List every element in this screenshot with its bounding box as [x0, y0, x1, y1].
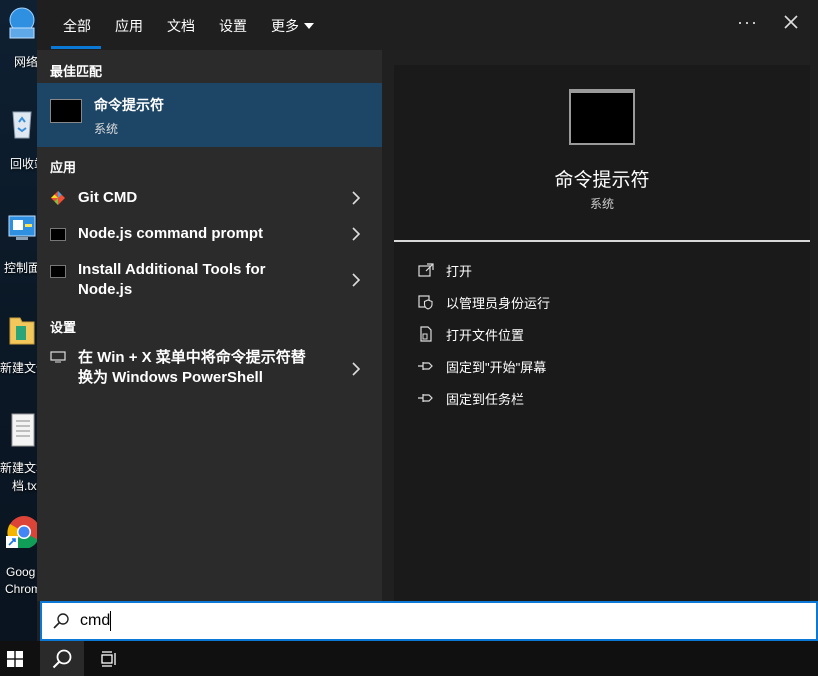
app-name: Git CMD — [78, 189, 138, 206]
chevron-right-icon[interactable] — [351, 191, 361, 205]
chrome-icon — [6, 516, 40, 548]
search-icon — [53, 613, 69, 629]
desktop-icon-chrome[interactable]: Goog Chrom — [0, 512, 40, 602]
list-item-nodejs-tools[interactable]: Install Additional Tools for Node.js — [37, 258, 382, 302]
desktop-icon-label: Goog — [6, 565, 36, 579]
tab-all[interactable]: 全部 — [63, 16, 91, 36]
git-icon — [51, 191, 65, 205]
pin-icon — [418, 394, 433, 402]
chevron-down-icon — [304, 23, 314, 29]
desktop-icon-recycle-bin[interactable]: 回收站 — [0, 104, 40, 174]
search-flyout: 全部 应用 文档 设置 更多 ··· 最佳匹配 命令提示符 系统 应用 Git … — [37, 0, 818, 641]
section-settings: 设置 — [50, 320, 77, 335]
search-icon — [52, 649, 72, 669]
monitor-icon — [50, 351, 66, 363]
action-open[interactable]: 打开 — [417, 260, 777, 280]
text-cursor — [110, 611, 111, 631]
app-name: Node.js command prompt — [78, 225, 264, 242]
action-pin-to-taskbar[interactable]: 固定到任务栏 — [417, 388, 777, 408]
desktop-icon-label: 控制面 — [4, 261, 40, 275]
detail-title: 命令提示符 — [554, 170, 650, 191]
section-apps: 应用 — [50, 160, 77, 175]
windows-start-icon[interactable] — [4, 651, 26, 667]
results-list: 最佳匹配 命令提示符 系统 应用 Git CMD Node.js command… — [37, 50, 382, 601]
command-prompt-icon — [50, 99, 82, 123]
more-options-button[interactable]: ··· — [737, 12, 758, 33]
action-pin-to-start[interactable]: 固定到"开始"屏幕 — [417, 356, 777, 376]
action-label: 打开文件位置 — [446, 328, 525, 343]
command-prompt-large-icon — [569, 89, 635, 145]
action-run-as-admin[interactable]: 以管理员身份运行 — [417, 292, 777, 312]
desktop-icon-label: 新建文件 — [0, 361, 40, 375]
best-match-item[interactable]: 命令提示符 系统 — [37, 83, 382, 147]
action-label: 以管理员身份运行 — [446, 296, 551, 311]
console-icon — [50, 265, 66, 278]
list-item-git-cmd[interactable]: Git CMD — [37, 184, 382, 212]
search-box[interactable]: cmd — [40, 601, 818, 641]
file-location-icon — [420, 326, 432, 342]
app-name-line2: Node.js — [78, 281, 133, 298]
tab-more-label: 更多 — [271, 18, 299, 34]
chevron-right-icon[interactable] — [351, 362, 361, 376]
action-label: 固定到"开始"屏幕 — [446, 360, 547, 375]
search-input[interactable]: cmd — [80, 612, 110, 630]
setting-name-line1: 在 Win + X 菜单中将命令提示符替 — [78, 349, 306, 366]
detail-divider — [394, 240, 810, 242]
desktop-icon-text-file[interactable]: 新建文本 档.txt — [0, 412, 40, 502]
filter-tab-bar: 全部 应用 文档 设置 更多 ··· — [37, 0, 818, 50]
pin-icon — [418, 362, 433, 370]
desktop-icon-label-line2: 档.txt — [12, 479, 40, 493]
taskbar — [0, 641, 818, 676]
list-item-nodejs-prompt[interactable]: Node.js command prompt — [37, 220, 382, 248]
network-icon — [9, 7, 35, 39]
desktop-icon-folder[interactable]: 新建文件 — [0, 312, 40, 382]
console-icon — [50, 228, 66, 241]
active-tab-indicator — [51, 46, 101, 49]
desktop-icon-control-panel[interactable]: 控制面 — [0, 210, 40, 280]
task-view-icon[interactable] — [100, 651, 120, 667]
detail-pane: 命令提示符 系统 打开 以管理员身份运行 打开文件位置 固定到"开始"屏幕 固定… — [394, 65, 810, 601]
recycle-bin-icon — [12, 111, 32, 139]
setting-name-line2: 换为 Windows PowerShell — [78, 369, 263, 386]
taskbar-search-button[interactable] — [40, 641, 84, 676]
chevron-right-icon[interactable] — [351, 273, 361, 287]
desktop: 网络 回收站 控制面 新建文件 新建文本 档.txt — [0, 0, 40, 641]
action-open-file-location[interactable]: 打开文件位置 — [417, 324, 777, 344]
desktop-icon-label: 新建文本 — [0, 461, 40, 475]
tab-settings[interactable]: 设置 — [219, 16, 247, 36]
tab-apps[interactable]: 应用 — [115, 16, 143, 36]
text-file-icon — [11, 413, 35, 447]
tab-more[interactable]: 更多 — [271, 16, 314, 36]
open-icon — [418, 263, 434, 277]
section-best-match: 最佳匹配 — [50, 64, 103, 79]
list-item-winx-setting[interactable]: 在 Win + X 菜单中将命令提示符替 换为 Windows PowerShe… — [37, 346, 382, 392]
desktop-icon-label: 回收站 — [10, 157, 40, 171]
control-panel-icon — [8, 215, 36, 240]
desktop-icon-network[interactable]: 网络 — [0, 4, 40, 74]
folder-icon — [9, 317, 35, 345]
tab-documents[interactable]: 文档 — [167, 16, 195, 36]
app-name-line1: Install Additional Tools for — [78, 261, 266, 278]
action-label: 打开 — [446, 264, 473, 279]
desktop-icon-label-line2: Chrom — [5, 582, 40, 596]
shield-icon — [418, 295, 433, 310]
best-match-subtitle: 系统 — [94, 122, 119, 136]
action-label: 固定到任务栏 — [446, 392, 525, 407]
close-icon[interactable] — [781, 12, 801, 32]
best-match-title: 命令提示符 — [94, 97, 164, 113]
chevron-right-icon[interactable] — [351, 227, 361, 241]
detail-subtitle: 系统 — [589, 197, 614, 211]
